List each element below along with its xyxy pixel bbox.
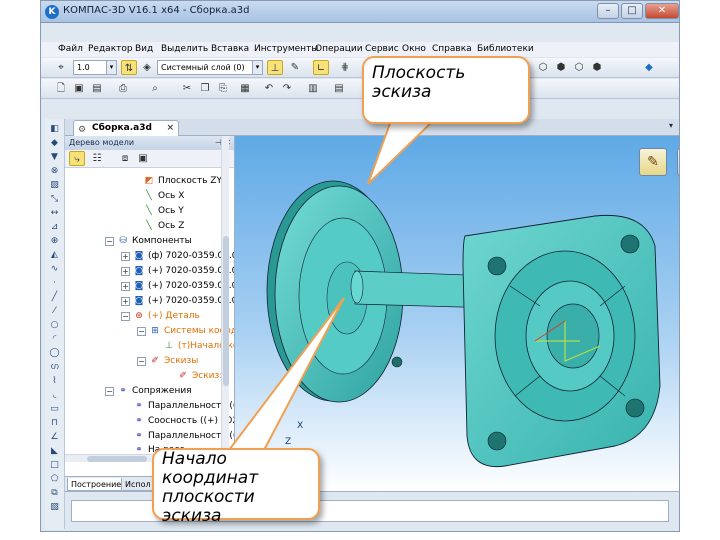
callout-sketch-plane-text: Плоскость эскиза <box>372 63 466 102</box>
callout-sketch-plane: Плоскость эскиза <box>362 56 530 124</box>
callout-leaders <box>223 117 439 455</box>
callout-origin: Начало координат плоскости эскиза <box>152 448 320 526</box>
callout-origin-text: Начало координат плоскости эскиза <box>162 449 259 526</box>
callout-plane-leader <box>367 117 439 185</box>
callout-origin-leader <box>223 297 345 455</box>
